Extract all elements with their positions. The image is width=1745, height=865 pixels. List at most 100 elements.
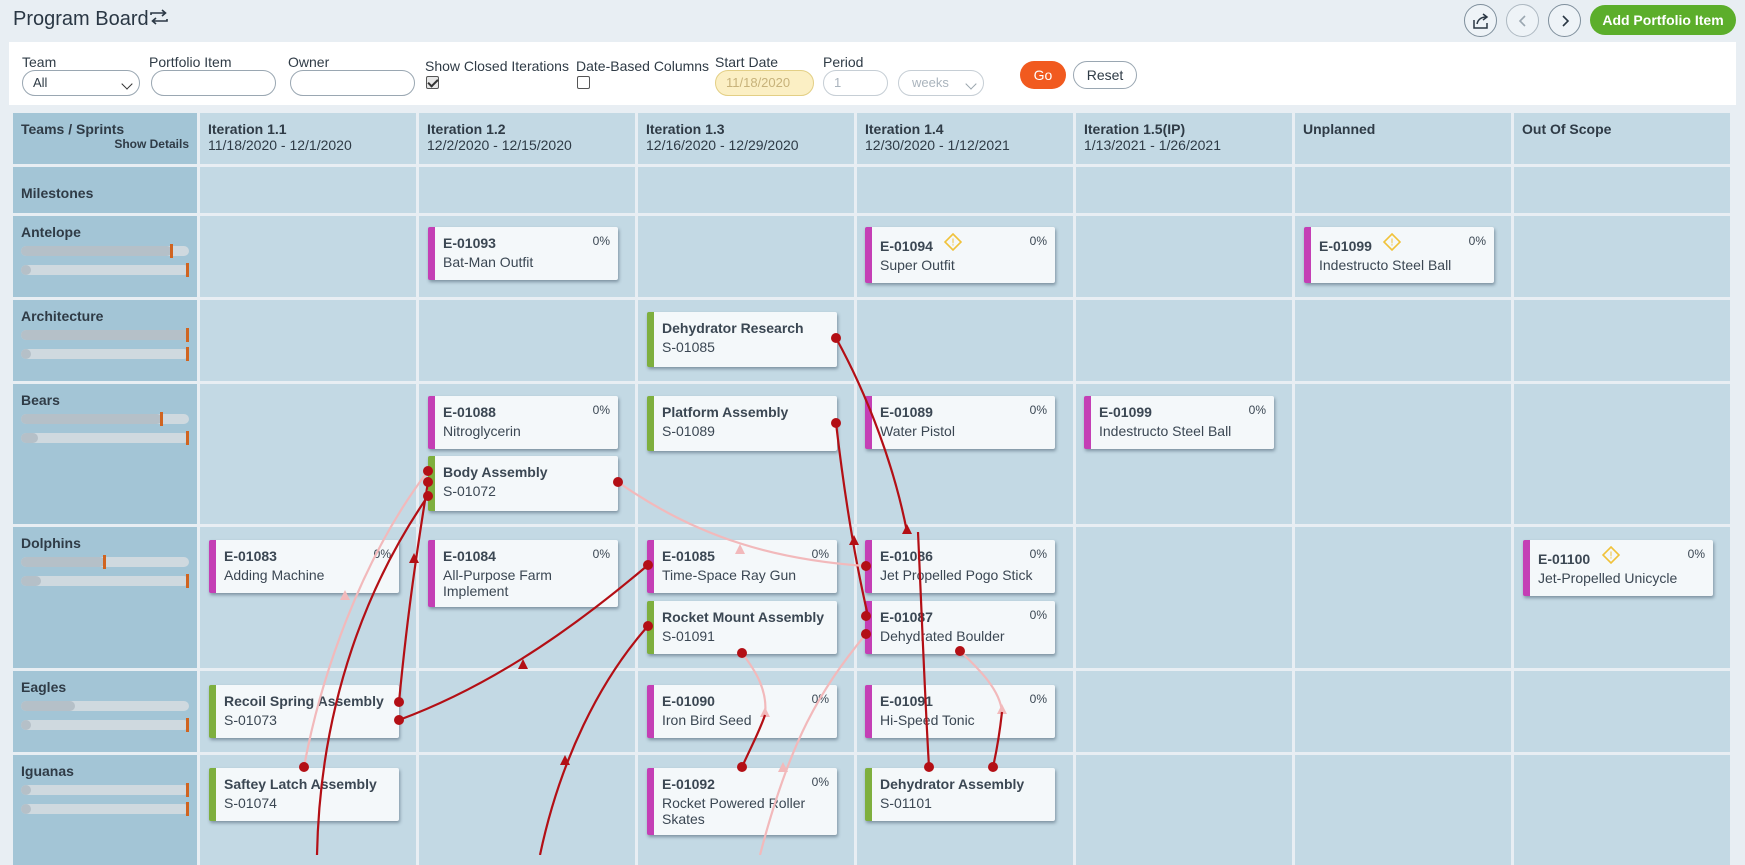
board-cell[interactable]	[1076, 671, 1292, 752]
board-cell[interactable]	[419, 671, 635, 752]
warning-icon[interactable]: !	[1602, 546, 1620, 564]
progress-bar	[21, 263, 189, 277]
board-cell[interactable]	[1076, 755, 1292, 865]
board-cell[interactable]	[857, 167, 1073, 213]
capacity-bar	[21, 783, 189, 797]
story-card[interactable]: Rocket Mount Assembly S-01091	[647, 601, 837, 654]
bar-marker	[186, 328, 189, 342]
capacity-bar	[21, 555, 189, 569]
column-header: Unplanned	[1295, 113, 1511, 164]
board-cell[interactable]	[1295, 755, 1511, 865]
epic-card[interactable]: E-01099 Indestructo Steel Ball 0%	[1084, 396, 1274, 449]
board-cell[interactable]	[1514, 167, 1730, 213]
board-cell[interactable]	[419, 755, 635, 865]
period-unit-select[interactable]: weeks	[898, 70, 984, 96]
epic-card[interactable]: E-01084 All-Purpose Farm Implement 0%	[428, 540, 618, 607]
board-cell[interactable]	[1295, 527, 1511, 668]
board-cell[interactable]	[1514, 671, 1730, 752]
epic-card[interactable]: E-01087 Dehydrated Boulder 0%	[865, 601, 1055, 654]
card-title: Super Outfit	[880, 257, 955, 273]
show-details-link[interactable]: Show Details	[114, 137, 189, 151]
start-date-input[interactable]: 11/18/2020	[715, 70, 814, 96]
board-cell[interactable]	[419, 167, 635, 213]
team-name: Milestones	[21, 185, 94, 201]
epic-card[interactable]: E-01099 Indestructo Steel Ball 0%!	[1304, 227, 1494, 283]
card-id: E-01092	[662, 776, 715, 792]
board-cell[interactable]	[1295, 671, 1511, 752]
story-card[interactable]: Platform Assembly S-01089	[647, 396, 837, 451]
column-dates: 12/30/2020 - 1/12/2021	[865, 137, 1010, 153]
card-title: Dehydrator Assembly	[880, 776, 1025, 792]
story-card[interactable]: Dehydrator Assembly S-01101	[865, 768, 1055, 821]
team-row-team: Eagles	[13, 671, 197, 752]
card-id: E-01100	[1538, 551, 1591, 567]
board-cell[interactable]	[857, 300, 1073, 381]
epic-card[interactable]: E-01085 Time-Space Ray Gun 0%	[647, 540, 837, 593]
card-title: Rocket Powered Roller Skates	[662, 795, 806, 827]
epic-card[interactable]: E-01093 Bat-Man Outfit 0%	[428, 227, 618, 280]
share-button[interactable]	[1464, 4, 1497, 37]
card-title: Adding Machine	[224, 567, 325, 583]
board-cell[interactable]	[1514, 300, 1730, 381]
story-card[interactable]: Body Assembly S-01072	[428, 456, 618, 511]
card-percent: 0%	[592, 234, 610, 248]
board-cell[interactable]	[638, 167, 854, 213]
bar-fill	[21, 804, 31, 814]
bar-fill	[21, 433, 38, 443]
chevron-left-icon	[1518, 14, 1526, 27]
date-based-columns-checkbox[interactable]	[577, 76, 590, 89]
board-cell[interactable]	[638, 216, 854, 297]
period-input[interactable]: 1	[823, 70, 888, 96]
epic-card[interactable]: E-01094 Super Outfit 0%!	[865, 227, 1055, 283]
column-header: Iteration 1.2 12/2/2020 - 12/15/2020	[419, 113, 635, 164]
warning-icon[interactable]: !	[1383, 233, 1401, 251]
story-card[interactable]: Saftey Latch Assembly S-01074	[209, 768, 399, 821]
board-cell[interactable]	[1295, 167, 1511, 213]
epic-card[interactable]: E-01088 Nitroglycerin 0%	[428, 396, 618, 449]
board-cell[interactable]	[1076, 527, 1292, 668]
board-cell[interactable]	[200, 384, 416, 524]
board-cell[interactable]	[1514, 755, 1730, 865]
share-icon	[1472, 12, 1488, 29]
bar-marker	[186, 431, 189, 445]
add-portfolio-item-button[interactable]: Add Portfolio Item	[1590, 5, 1736, 35]
board-cell[interactable]	[1514, 216, 1730, 297]
epic-card[interactable]: E-01100 Jet-Propelled Unicycle 0%!	[1523, 540, 1713, 596]
card-id: S-01073	[224, 712, 277, 728]
board-cell[interactable]	[200, 300, 416, 381]
epic-card[interactable]: E-01090 Iron Bird Seed 0%	[647, 685, 837, 738]
swap-arrows-icon[interactable]	[148, 8, 170, 26]
board-cell[interactable]	[1076, 300, 1292, 381]
board-cell[interactable]	[419, 300, 635, 381]
card-percent: 0%	[1029, 692, 1047, 706]
board-cell[interactable]	[1076, 216, 1292, 297]
capacity-bar	[21, 412, 189, 426]
epic-card[interactable]: E-01092 Rocket Powered Roller Skates 0%	[647, 768, 837, 835]
card-percent: 0%	[811, 692, 829, 706]
team-select[interactable]: All	[22, 70, 140, 96]
epic-card[interactable]: E-01083 Adding Machine 0%	[209, 540, 399, 593]
bar-fill	[21, 246, 172, 256]
next-button[interactable]	[1548, 4, 1581, 37]
story-card[interactable]: Recoil Spring Assembly S-01073	[209, 685, 399, 738]
warning-icon[interactable]: !	[944, 233, 962, 251]
go-button[interactable]: Go	[1020, 61, 1066, 89]
board-cell[interactable]	[1076, 167, 1292, 213]
portfolio-item-input[interactable]	[151, 70, 276, 96]
epic-card[interactable]: E-01089 Water Pistol 0%	[865, 396, 1055, 449]
team-row-team: Dolphins	[13, 527, 197, 668]
previous-button[interactable]	[1506, 4, 1539, 37]
board-cell[interactable]	[1514, 384, 1730, 524]
board-cell[interactable]	[200, 167, 416, 213]
epic-card[interactable]: E-01086 Jet Propelled Pogo Stick 0%	[865, 540, 1055, 593]
story-card[interactable]: Dehydrator Research S-01085	[647, 312, 837, 367]
show-closed-iterations-checkbox[interactable]	[426, 76, 439, 89]
epic-card[interactable]: E-01091 Hi-Speed Tonic 0%	[865, 685, 1055, 738]
board-cell[interactable]	[1295, 300, 1511, 381]
reset-button[interactable]: Reset	[1073, 61, 1137, 89]
board-cell[interactable]	[1295, 384, 1511, 524]
team-row-team: Iguanas	[13, 755, 197, 865]
owner-input[interactable]	[290, 70, 415, 96]
board-cell[interactable]	[200, 216, 416, 297]
bar-fill	[21, 414, 162, 424]
